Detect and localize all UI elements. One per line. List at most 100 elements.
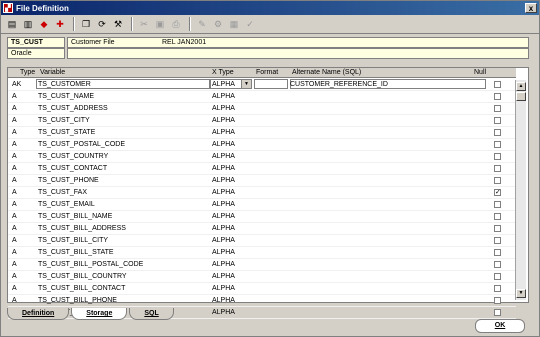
table-row[interactable]: A TS_CUST_COUNTRY ALPHA — [8, 151, 516, 163]
vertical-scrollbar[interactable]: ▲ ▼ — [515, 80, 526, 300]
cell-type: A — [12, 213, 17, 220]
table-row[interactable]: A TS_CUST_BILL_CITY ALPHA — [8, 235, 516, 247]
title-bar: ▞ File Definition x — [1, 1, 539, 15]
cell-variable: TS_CUSTOMER — [38, 81, 91, 88]
null-checkbox[interactable] — [494, 141, 501, 148]
toolbar: ▤ ▥ ◆ ✚ ❐ ⟳ ⚒ ✂ ▣ ⎙ ✎ ⚙ ▦ ✓ — [1, 15, 539, 34]
table-row[interactable]: A TS_CUST_FAX ALPHA ✓ — [8, 187, 516, 199]
scroll-down-icon[interactable]: ▼ — [516, 289, 526, 298]
stack-icon[interactable]: ▥ — [21, 17, 35, 31]
cell-variable: TS_CUST_PHONE — [38, 177, 99, 184]
null-checkbox[interactable]: ✓ — [494, 189, 501, 196]
file-id-field[interactable]: TS_CUST — [7, 37, 65, 48]
table-row[interactable]: A TS_CUST_BILL_POSTAL_CODE ALPHA — [8, 259, 516, 271]
table-row[interactable]: ▼ AK TS_CUSTOMER ALPHA CUSTOMER_REFERENCE_ID — [8, 79, 516, 91]
description-text: Customer File — [71, 39, 115, 46]
cell-variable: TS_CUST_BILL_CITY — [38, 237, 109, 244]
null-checkbox[interactable] — [494, 309, 501, 316]
table-row[interactable]: A TS_CUST_BILL_CONTACT ALPHA — [8, 283, 516, 295]
table-row[interactable]: A TS_CUST_CONTACT ALPHA — [8, 163, 516, 175]
cell-xtype: ALPHA — [212, 129, 235, 136]
null-checkbox[interactable] — [494, 285, 501, 292]
cell-variable: TS_CUST_FAX — [38, 189, 88, 196]
cell-type: A — [12, 273, 17, 280]
format-input[interactable] — [254, 79, 288, 89]
table-row[interactable]: A TS_CUST_STATE ALPHA — [8, 127, 516, 139]
table-row[interactable]: A TS_CUST_BILL_COUNTRY ALPHA — [8, 271, 516, 283]
null-checkbox[interactable] — [494, 165, 501, 172]
file-definition-window: ▞ File Definition x ▤ ▥ ◆ ✚ ❐ ⟳ ⚒ ✂ ▣ ⎙ … — [0, 0, 540, 337]
cell-type: A — [12, 105, 17, 112]
cell-type: A — [12, 237, 17, 244]
cell-variable: TS_CUST_BILL_ADDRESS — [38, 225, 126, 232]
col-xtype: X Type — [212, 69, 234, 76]
ok-button[interactable]: OK — [475, 319, 525, 333]
cell-variable: TS_CUST_BILL_POSTAL_CODE — [38, 261, 144, 268]
null-checkbox[interactable] — [494, 93, 501, 100]
cell-xtype: ALPHA — [212, 213, 235, 220]
description-field[interactable]: Customer File REL JAN2001 — [67, 37, 529, 48]
null-checkbox[interactable] — [494, 201, 501, 208]
cell-variable: TS_CUST_COUNTRY — [38, 153, 109, 160]
scroll-up-icon[interactable]: ▲ — [516, 82, 526, 91]
scroll-thumb[interactable] — [516, 92, 526, 101]
table-row[interactable]: A TS_CUST_CITY ALPHA — [8, 115, 516, 127]
table-row[interactable]: A TS_CUST_EMAIL ALPHA — [8, 199, 516, 211]
cell-xtype: ALPHA — [212, 165, 235, 172]
null-checkbox[interactable] — [494, 297, 501, 304]
table-row[interactable]: A TS_CUST_NAME ALPHA — [8, 91, 516, 103]
help-icon[interactable]: ✓ — [243, 17, 257, 31]
cell-variable: TS_CUST_ADDRESS — [38, 105, 108, 112]
tab-definition[interactable]: Definition — [7, 308, 70, 320]
notes-field[interactable] — [67, 48, 529, 59]
null-checkbox[interactable] — [494, 249, 501, 256]
print-icon[interactable]: ⎙ — [169, 17, 183, 31]
tools-icon[interactable]: ⚒ — [111, 17, 125, 31]
paste-icon[interactable]: ▣ — [153, 17, 167, 31]
copy-icon[interactable]: ❐ — [79, 17, 93, 31]
cell-type: A — [12, 201, 17, 208]
table-row[interactable]: A TS_CUST_PHONE ALPHA — [8, 175, 516, 187]
null-checkbox[interactable] — [494, 261, 501, 268]
null-checkbox[interactable] — [494, 117, 501, 124]
cell-variable: TS_CUST_BILL_CONTACT — [38, 285, 126, 292]
table-row[interactable]: A TS_CUST_BILL_STATE ALPHA — [8, 247, 516, 259]
table-row[interactable]: A TS_CUST_POSTAL_CODE ALPHA — [8, 139, 516, 151]
cell-type: A — [12, 177, 17, 184]
edit-icon[interactable]: ✎ — [195, 17, 209, 31]
table-row[interactable]: A TS_CUST_BILL_PHONE ALPHA — [8, 295, 516, 307]
null-checkbox[interactable] — [494, 225, 501, 232]
cell-variable: TS_CUST_NAME — [38, 93, 95, 100]
null-checkbox[interactable] — [494, 153, 501, 160]
database-field[interactable]: Oracle — [7, 48, 65, 59]
table-row[interactable]: A TS_CUST_BILL_NAME ALPHA — [8, 211, 516, 223]
toolbar-separator — [131, 17, 133, 31]
col-format: Format — [256, 69, 279, 76]
cell-type: A — [12, 153, 17, 160]
chevron-down-icon[interactable]: ▼ — [241, 80, 251, 88]
null-checkbox[interactable] — [494, 177, 501, 184]
close-button[interactable]: x — [525, 3, 537, 13]
null-checkbox[interactable] — [494, 213, 501, 220]
table-row[interactable]: A TS_CUST_BILL_ADDRESS ALPHA — [8, 223, 516, 235]
table-row[interactable]: A TS_CUST_ADDRESS ALPHA — [8, 103, 516, 115]
tab-storage[interactable]: Storage — [71, 308, 128, 320]
null-checkbox[interactable] — [494, 273, 501, 280]
null-checkbox[interactable] — [494, 81, 501, 88]
delete-record-icon[interactable]: ✚ — [53, 17, 67, 31]
cell-variable: TS_CUST_BILL_NAME — [38, 213, 113, 220]
null-checkbox[interactable] — [494, 129, 501, 136]
save-icon[interactable]: ▤ — [5, 17, 19, 31]
cell-variable: TS_CUST_POSTAL_CODE — [38, 141, 126, 148]
col-type: Type — [20, 69, 36, 76]
cut-icon[interactable]: ✂ — [137, 17, 151, 31]
calc-icon[interactable]: ▦ — [227, 17, 241, 31]
null-checkbox[interactable] — [494, 237, 501, 244]
null-checkbox[interactable] — [494, 105, 501, 112]
cell-xtype: ALPHA — [212, 297, 235, 304]
cell-type: AK — [12, 81, 22, 88]
settings-icon[interactable]: ⚙ — [211, 17, 225, 31]
tab-sql[interactable]: SQL — [129, 308, 174, 320]
new-record-icon[interactable]: ◆ — [37, 17, 51, 31]
refresh-icon[interactable]: ⟳ — [95, 17, 109, 31]
